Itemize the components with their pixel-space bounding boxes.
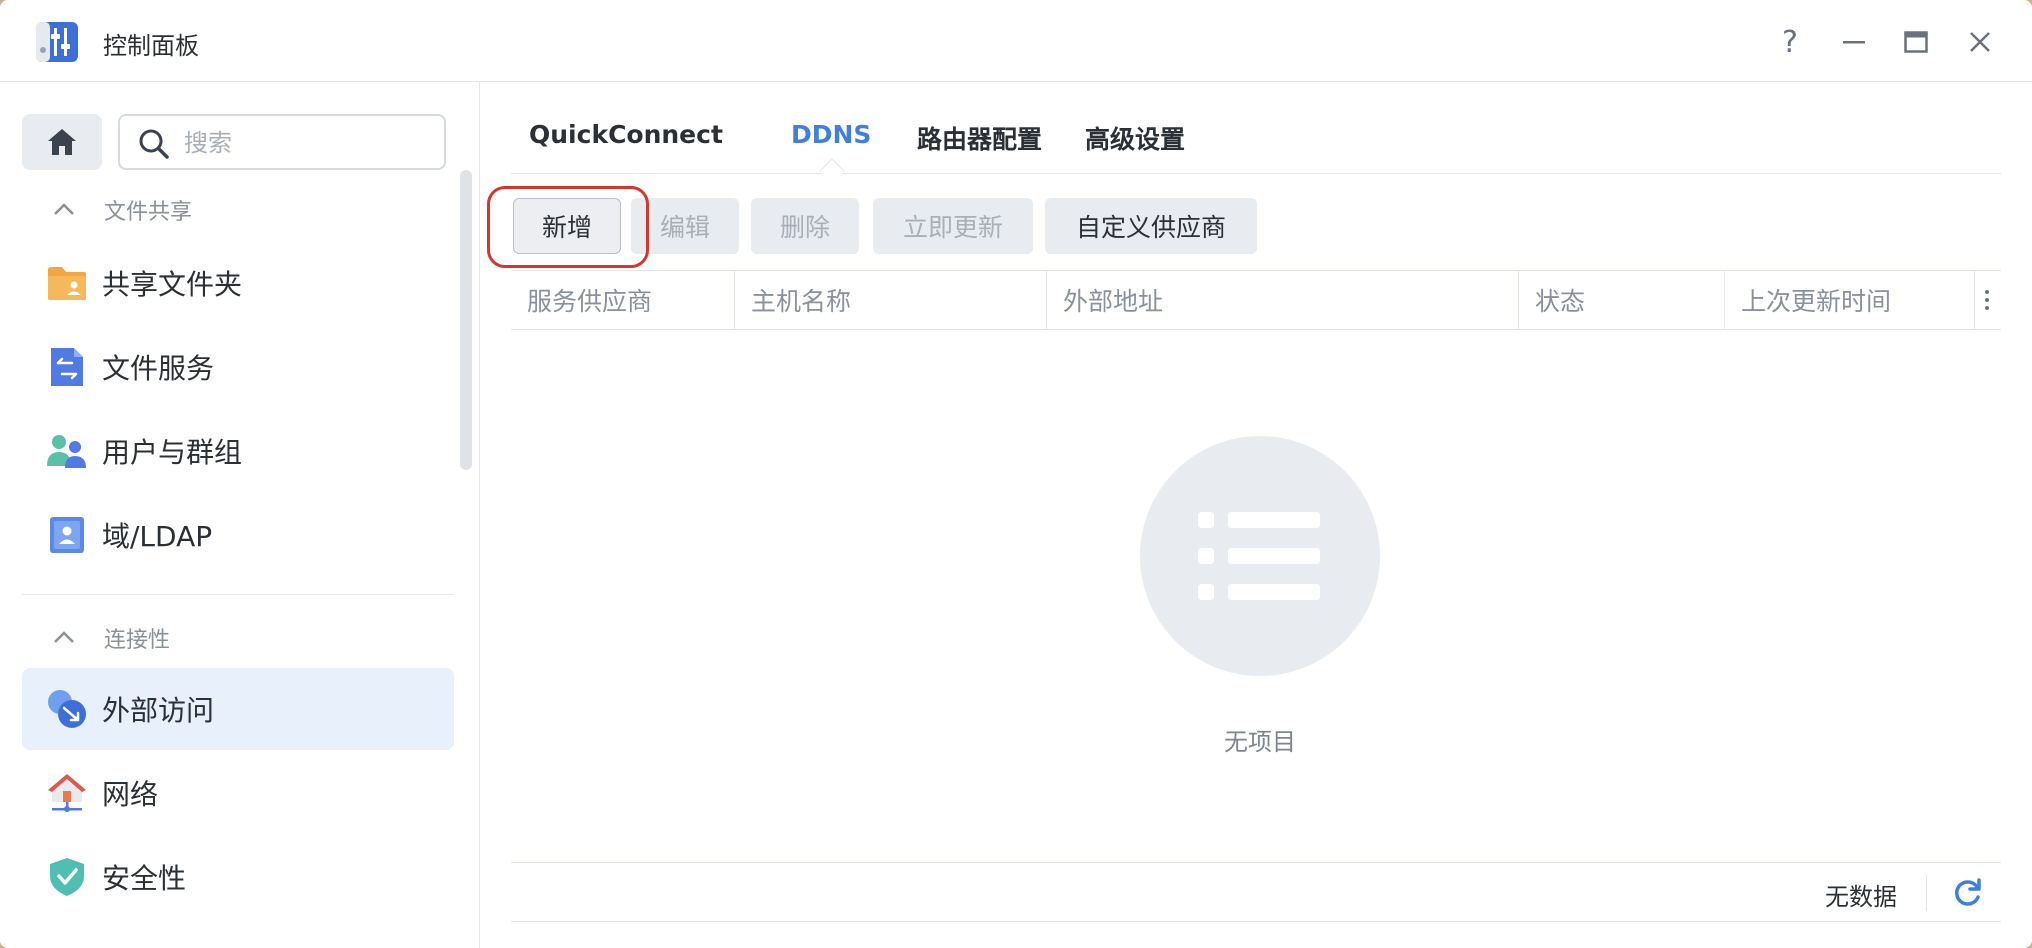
close-icon	[1970, 32, 1990, 52]
maximize-button[interactable]	[1896, 22, 1936, 62]
file-services-icon	[51, 348, 83, 386]
sidebar-divider	[22, 594, 454, 595]
update-now-button[interactable]: 立即更新	[873, 198, 1033, 254]
sidebar-item-security[interactable]: 安全性	[22, 836, 454, 918]
control-panel-window: 控制面板 ? 文件共享	[0, 0, 2032, 948]
help-button[interactable]: ?	[1770, 22, 1810, 62]
list-icon	[1198, 512, 1320, 600]
sidebar-item-shared-folder[interactable]: 共享文件夹	[22, 242, 454, 324]
tab-ddns[interactable]: DDNS	[791, 120, 871, 149]
more-vertical-icon	[1985, 290, 1989, 310]
users-groups-icon	[47, 435, 86, 468]
tab-bar: QuickConnect DDNS 路由器配置 高级设置	[511, 82, 2001, 184]
sidebar-item-file-services[interactable]: 文件服务	[22, 326, 454, 408]
add-button[interactable]: 新增	[513, 198, 621, 254]
title-bar: 控制面板 ?	[0, 0, 2032, 82]
refresh-button[interactable]	[1949, 875, 1985, 911]
maximize-icon	[1904, 31, 1928, 53]
tab-quickconnect[interactable]: QuickConnect	[529, 120, 723, 149]
footer-separator	[1926, 875, 1927, 911]
home-icon	[48, 129, 76, 155]
help-icon: ?	[1782, 24, 1798, 60]
empty-state-label: 无项目	[1224, 728, 1296, 756]
custom-provider-button[interactable]: 自定义供应商	[1045, 198, 1257, 254]
column-header-last-updated[interactable]: 上次更新时间	[1725, 271, 1975, 329]
close-button[interactable]	[1960, 22, 2000, 62]
delete-button[interactable]: 删除	[751, 198, 859, 254]
section-label: 文件共享	[104, 200, 193, 225]
footer-status-text: 无数据	[1825, 883, 1897, 911]
sidebar-item-domain-ldap[interactable]: 域/LDAP	[22, 494, 454, 576]
tab-advanced-settings[interactable]: 高级设置	[1085, 120, 1185, 156]
minimize-icon	[1843, 41, 1865, 44]
column-menu-button[interactable]	[1973, 271, 2001, 329]
sidebar-item-label: 外部访问	[102, 694, 215, 727]
main-panel: QuickConnect DDNS 路由器配置 高级设置 新增 编辑 删除 立即…	[481, 82, 2032, 948]
section-header-connectivity[interactable]: 连接性	[52, 620, 170, 656]
empty-state-illustration	[1140, 436, 1380, 676]
network-icon	[48, 774, 86, 812]
refresh-icon	[1955, 878, 1981, 906]
column-header-hostname[interactable]: 主机名称	[735, 271, 1047, 329]
control-panel-app-icon	[36, 22, 78, 62]
chevron-up-icon	[54, 631, 74, 643]
sidebar-item-label: 共享文件夹	[102, 268, 243, 301]
sidebar-item-label: 用户与群组	[102, 436, 243, 469]
domain-ldap-icon	[50, 517, 84, 553]
sidebar-item-label: 文件服务	[102, 352, 215, 385]
sidebar: 文件共享 共享文件夹 文件服务	[0, 82, 480, 948]
search-input[interactable]	[184, 124, 434, 162]
column-header-status[interactable]: 状态	[1519, 271, 1725, 329]
sidebar-item-users-groups[interactable]: 用户与群组	[22, 410, 454, 492]
search-icon	[139, 129, 169, 159]
sidebar-item-label: 域/LDAP	[102, 520, 213, 553]
section-label: 连接性	[104, 628, 171, 653]
search-box[interactable]	[118, 114, 446, 170]
minimize-button[interactable]	[1834, 22, 1874, 62]
column-header-external-address[interactable]: 外部地址	[1047, 271, 1519, 329]
column-header-provider[interactable]: 服务供应商	[511, 271, 735, 329]
sidebar-item-label: 安全性	[102, 862, 187, 895]
edit-button[interactable]: 编辑	[631, 198, 739, 254]
table-header: 服务供应商 主机名称 外部地址 状态 上次更新时间	[511, 270, 2001, 330]
home-button[interactable]	[22, 114, 102, 170]
sidebar-item-network[interactable]: 网络	[22, 752, 454, 834]
sidebar-item-label: 网络	[102, 778, 159, 811]
chevron-up-icon	[54, 203, 74, 215]
table-footer: 无数据	[511, 862, 2001, 922]
active-tab-caret	[819, 158, 845, 184]
external-access-icon	[48, 690, 86, 728]
shared-folder-icon	[48, 267, 86, 300]
sidebar-item-external-access[interactable]: 外部访问	[22, 668, 454, 750]
sidebar-scrollbar[interactable]	[460, 170, 472, 470]
tab-router-config[interactable]: 路由器配置	[917, 120, 1042, 156]
window-title: 控制面板	[103, 32, 199, 60]
section-header-file-sharing[interactable]: 文件共享	[52, 192, 192, 228]
shield-icon	[50, 858, 84, 896]
